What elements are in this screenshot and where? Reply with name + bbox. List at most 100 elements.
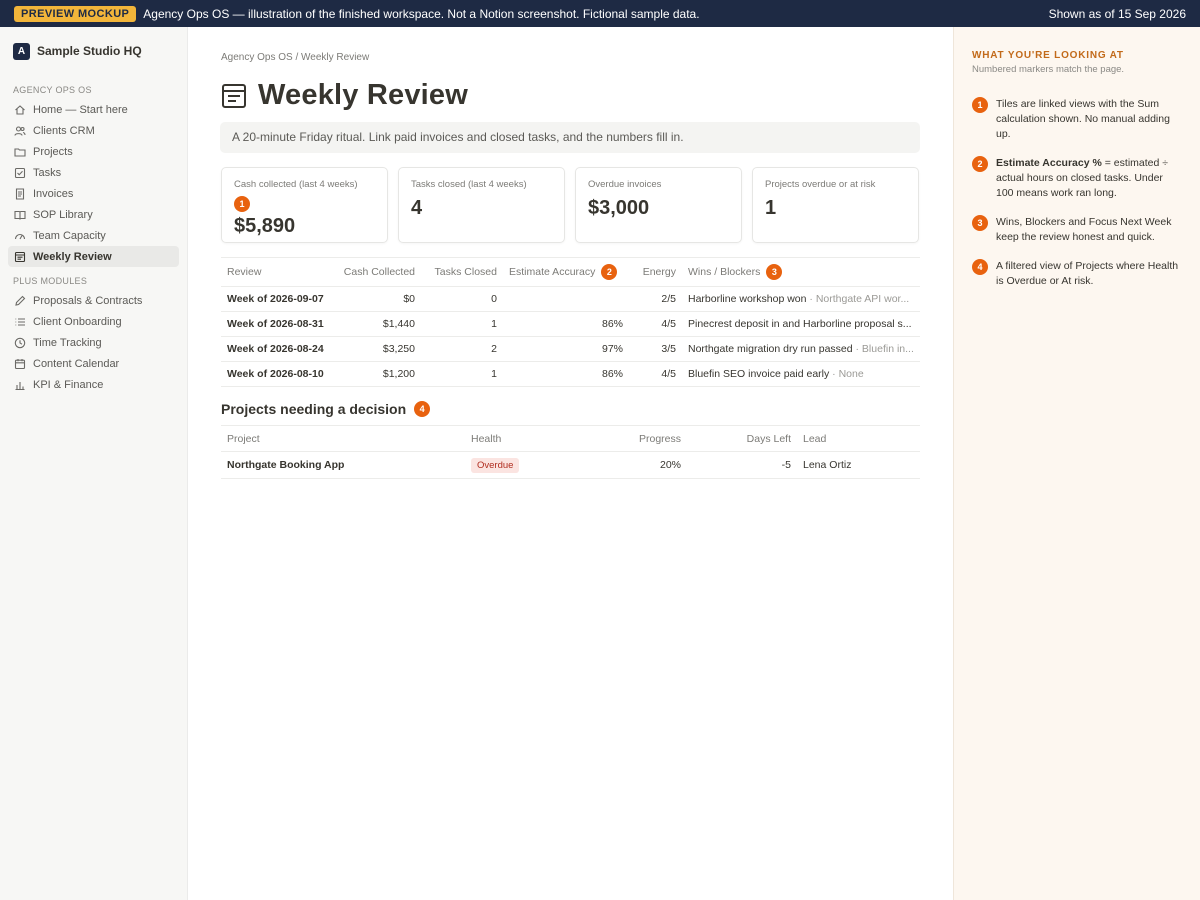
marker-2-badge: 2 bbox=[601, 264, 618, 280]
tile-cash-collected[interactable]: Cash collected (last 4 weeks) 1 $5,890 bbox=[221, 167, 388, 243]
calendar-list-icon bbox=[14, 251, 26, 263]
users-icon bbox=[14, 125, 26, 137]
wins-blockers-cell: Harborline workshop won · Northgate API … bbox=[682, 286, 920, 312]
intro-callout: A 20-minute Friday ritual. Link paid inv… bbox=[220, 122, 920, 153]
column-header[interactable]: Days Left bbox=[687, 425, 797, 452]
sidebar-item-label: Time Tracking bbox=[33, 336, 102, 349]
column-header[interactable]: Progress bbox=[615, 425, 687, 452]
column-header[interactable]: Lead bbox=[797, 425, 920, 452]
table-row[interactable]: Week of 2026-09-07 $0 0 2/5 Harborline w… bbox=[221, 286, 920, 312]
sidebar-item-label: Tasks bbox=[33, 166, 62, 179]
table-row[interactable]: Week of 2026-08-31 $1,440 1 86% 4/5 Pine… bbox=[221, 311, 920, 337]
sidebar-item-client-onboarding[interactable]: Client Onboarding bbox=[8, 311, 179, 332]
sidebar-section-label: PLUS MODULES bbox=[13, 276, 88, 286]
tile-tasks-closed[interactable]: Tasks closed (last 4 weeks) 4 bbox=[398, 167, 565, 243]
page-header: Weekly Review bbox=[221, 79, 468, 112]
sidebar-item-home[interactable]: Home — Start here bbox=[8, 99, 179, 120]
sidebar-item-label: Clients CRM bbox=[33, 124, 95, 137]
sidebar-item-invoices[interactable]: Invoices bbox=[8, 183, 179, 204]
summary-tiles: Cash collected (last 4 weeks) 1 $5,890 T… bbox=[221, 167, 920, 243]
estimate-accuracy-cell: 86% bbox=[503, 311, 629, 337]
sidebar-item-kpi-finance[interactable]: KPI & Finance bbox=[8, 374, 179, 395]
sidebar: A Sample Studio HQ AGENCY OPS OS Home — … bbox=[0, 27, 188, 900]
review-week[interactable]: Week of 2026-08-24 bbox=[221, 336, 333, 362]
preview-tag: PREVIEW MOCKUP bbox=[14, 5, 137, 22]
marker-4-badge: 4 bbox=[414, 401, 431, 417]
panel-note: 2 Estimate Accuracy % = estimated ÷ actu… bbox=[972, 156, 1182, 201]
win-text: Bluefin SEO invoice paid early bbox=[688, 368, 830, 380]
table-row[interactable]: Northgate Booking App Overdue 20% -5 Len… bbox=[221, 451, 920, 479]
sidebar-item-team-capacity[interactable]: Team Capacity bbox=[8, 225, 179, 246]
tasks-closed-cell: 1 bbox=[421, 361, 503, 387]
review-week[interactable]: Week of 2026-08-31 bbox=[221, 311, 333, 337]
column-header-estimate-accuracy[interactable]: Estimate Accuracy 2 bbox=[503, 257, 629, 287]
checkbox-icon bbox=[14, 167, 26, 179]
sidebar-item-label: Client Onboarding bbox=[33, 315, 122, 328]
review-week[interactable]: Week of 2026-09-07 bbox=[221, 286, 333, 312]
calendar-icon bbox=[14, 358, 26, 370]
tasks-closed-cell: 1 bbox=[421, 311, 503, 337]
note-body: A filtered view of Projects where Health… bbox=[996, 260, 1179, 287]
cash-collected-cell: $0 bbox=[333, 286, 421, 312]
sidebar-item-time-tracking[interactable]: Time Tracking bbox=[8, 332, 179, 353]
note-text: Estimate Accuracy % = estimated ÷ actual… bbox=[996, 156, 1182, 201]
tile-overdue-invoices[interactable]: Overdue invoices $3,000 bbox=[575, 167, 742, 243]
home-icon bbox=[14, 104, 26, 116]
column-header[interactable]: Health bbox=[465, 425, 615, 452]
column-header[interactable]: Energy bbox=[629, 257, 682, 287]
marker-2-badge: 2 bbox=[972, 156, 988, 172]
breadcrumb[interactable]: Agency Ops OS / Weekly Review bbox=[221, 52, 369, 63]
sidebar-item-sop-library[interactable]: SOP Library bbox=[8, 204, 179, 225]
column-header[interactable]: Cash Collected bbox=[333, 257, 421, 287]
sidebar-item-clients-crm[interactable]: Clients CRM bbox=[8, 120, 179, 141]
project-name[interactable]: Northgate Booking App bbox=[221, 451, 465, 479]
projects-section-heading: Projects needing a decision 4 bbox=[221, 401, 431, 417]
tasks-closed-cell: 0 bbox=[421, 286, 503, 312]
workspace-logo: A bbox=[13, 42, 30, 60]
sidebar-item-label: SOP Library bbox=[33, 208, 93, 221]
column-header[interactable]: Project bbox=[221, 425, 465, 452]
panel-note: 1 Tiles are linked views with the Sum ca… bbox=[972, 97, 1182, 142]
win-text: Harborline workshop won bbox=[688, 293, 807, 305]
days-left-cell: -5 bbox=[687, 451, 797, 479]
column-header-wins-blockers[interactable]: Wins / Blockers 3 bbox=[682, 257, 920, 287]
sidebar-item-projects[interactable]: Projects bbox=[8, 141, 179, 162]
clock-icon bbox=[14, 337, 26, 349]
weekly-review-table: Review Cash Collected Tasks Closed Estim… bbox=[221, 257, 920, 387]
panel-heading: WHAT YOU'RE LOOKING AT bbox=[972, 50, 1124, 61]
workspace-name: Sample Studio HQ bbox=[37, 44, 142, 58]
main-content: Agency Ops OS / Weekly Review Weekly Rev… bbox=[188, 27, 953, 900]
estimate-accuracy-cell: 86% bbox=[503, 361, 629, 387]
sidebar-item-label: KPI & Finance bbox=[33, 378, 104, 391]
review-week[interactable]: Week of 2026-08-10 bbox=[221, 361, 333, 387]
sidebar-item-label: Invoices bbox=[33, 187, 74, 200]
lead-cell: Lena Ortiz bbox=[797, 451, 920, 479]
tile-value: 4 bbox=[411, 197, 423, 219]
bar-chart-icon bbox=[14, 379, 26, 391]
tile-projects-at-risk[interactable]: Projects overdue or at risk 1 bbox=[752, 167, 919, 243]
sidebar-item-weekly-review[interactable]: Weekly Review bbox=[8, 246, 179, 267]
tile-label: Tasks closed (last 4 weeks) bbox=[411, 179, 527, 190]
blocker-text: · Northgate API wor... bbox=[806, 293, 910, 305]
list-icon bbox=[14, 316, 26, 328]
folder-icon bbox=[14, 146, 26, 158]
sidebar-item-content-calendar[interactable]: Content Calendar bbox=[8, 353, 179, 374]
sidebar-item-proposals-contracts[interactable]: Proposals & Contracts bbox=[8, 290, 179, 311]
blocker-text: · Bluefin in... bbox=[852, 343, 914, 355]
table-row[interactable]: Week of 2026-08-24 $3,250 2 97% 3/5 Nort… bbox=[221, 336, 920, 362]
wins-blockers-cell: Northgate migration dry run passed · Blu… bbox=[682, 336, 920, 362]
tasks-closed-cell: 2 bbox=[421, 336, 503, 362]
workspace-switcher[interactable]: A Sample Studio HQ bbox=[8, 41, 179, 61]
column-header-label: Estimate Accuracy bbox=[509, 265, 596, 278]
estimate-accuracy-cell: 97% bbox=[503, 336, 629, 362]
table-row[interactable]: Week of 2026-08-10 $1,200 1 86% 4/5 Blue… bbox=[221, 361, 920, 387]
column-header[interactable]: Tasks Closed bbox=[421, 257, 503, 287]
sidebar-item-tasks[interactable]: Tasks bbox=[8, 162, 179, 183]
sidebar-item-label: Proposals & Contracts bbox=[33, 294, 143, 307]
weekly-review-page-icon bbox=[221, 83, 247, 109]
note-body: Wins, Blockers and Focus Next Week keep … bbox=[996, 216, 1172, 243]
blocker-text: · None bbox=[829, 368, 864, 380]
tile-value: $5,890 bbox=[234, 215, 296, 237]
explainer-panel: WHAT YOU'RE LOOKING AT Numbered markers … bbox=[953, 27, 1200, 900]
column-header[interactable]: Review bbox=[221, 257, 333, 287]
